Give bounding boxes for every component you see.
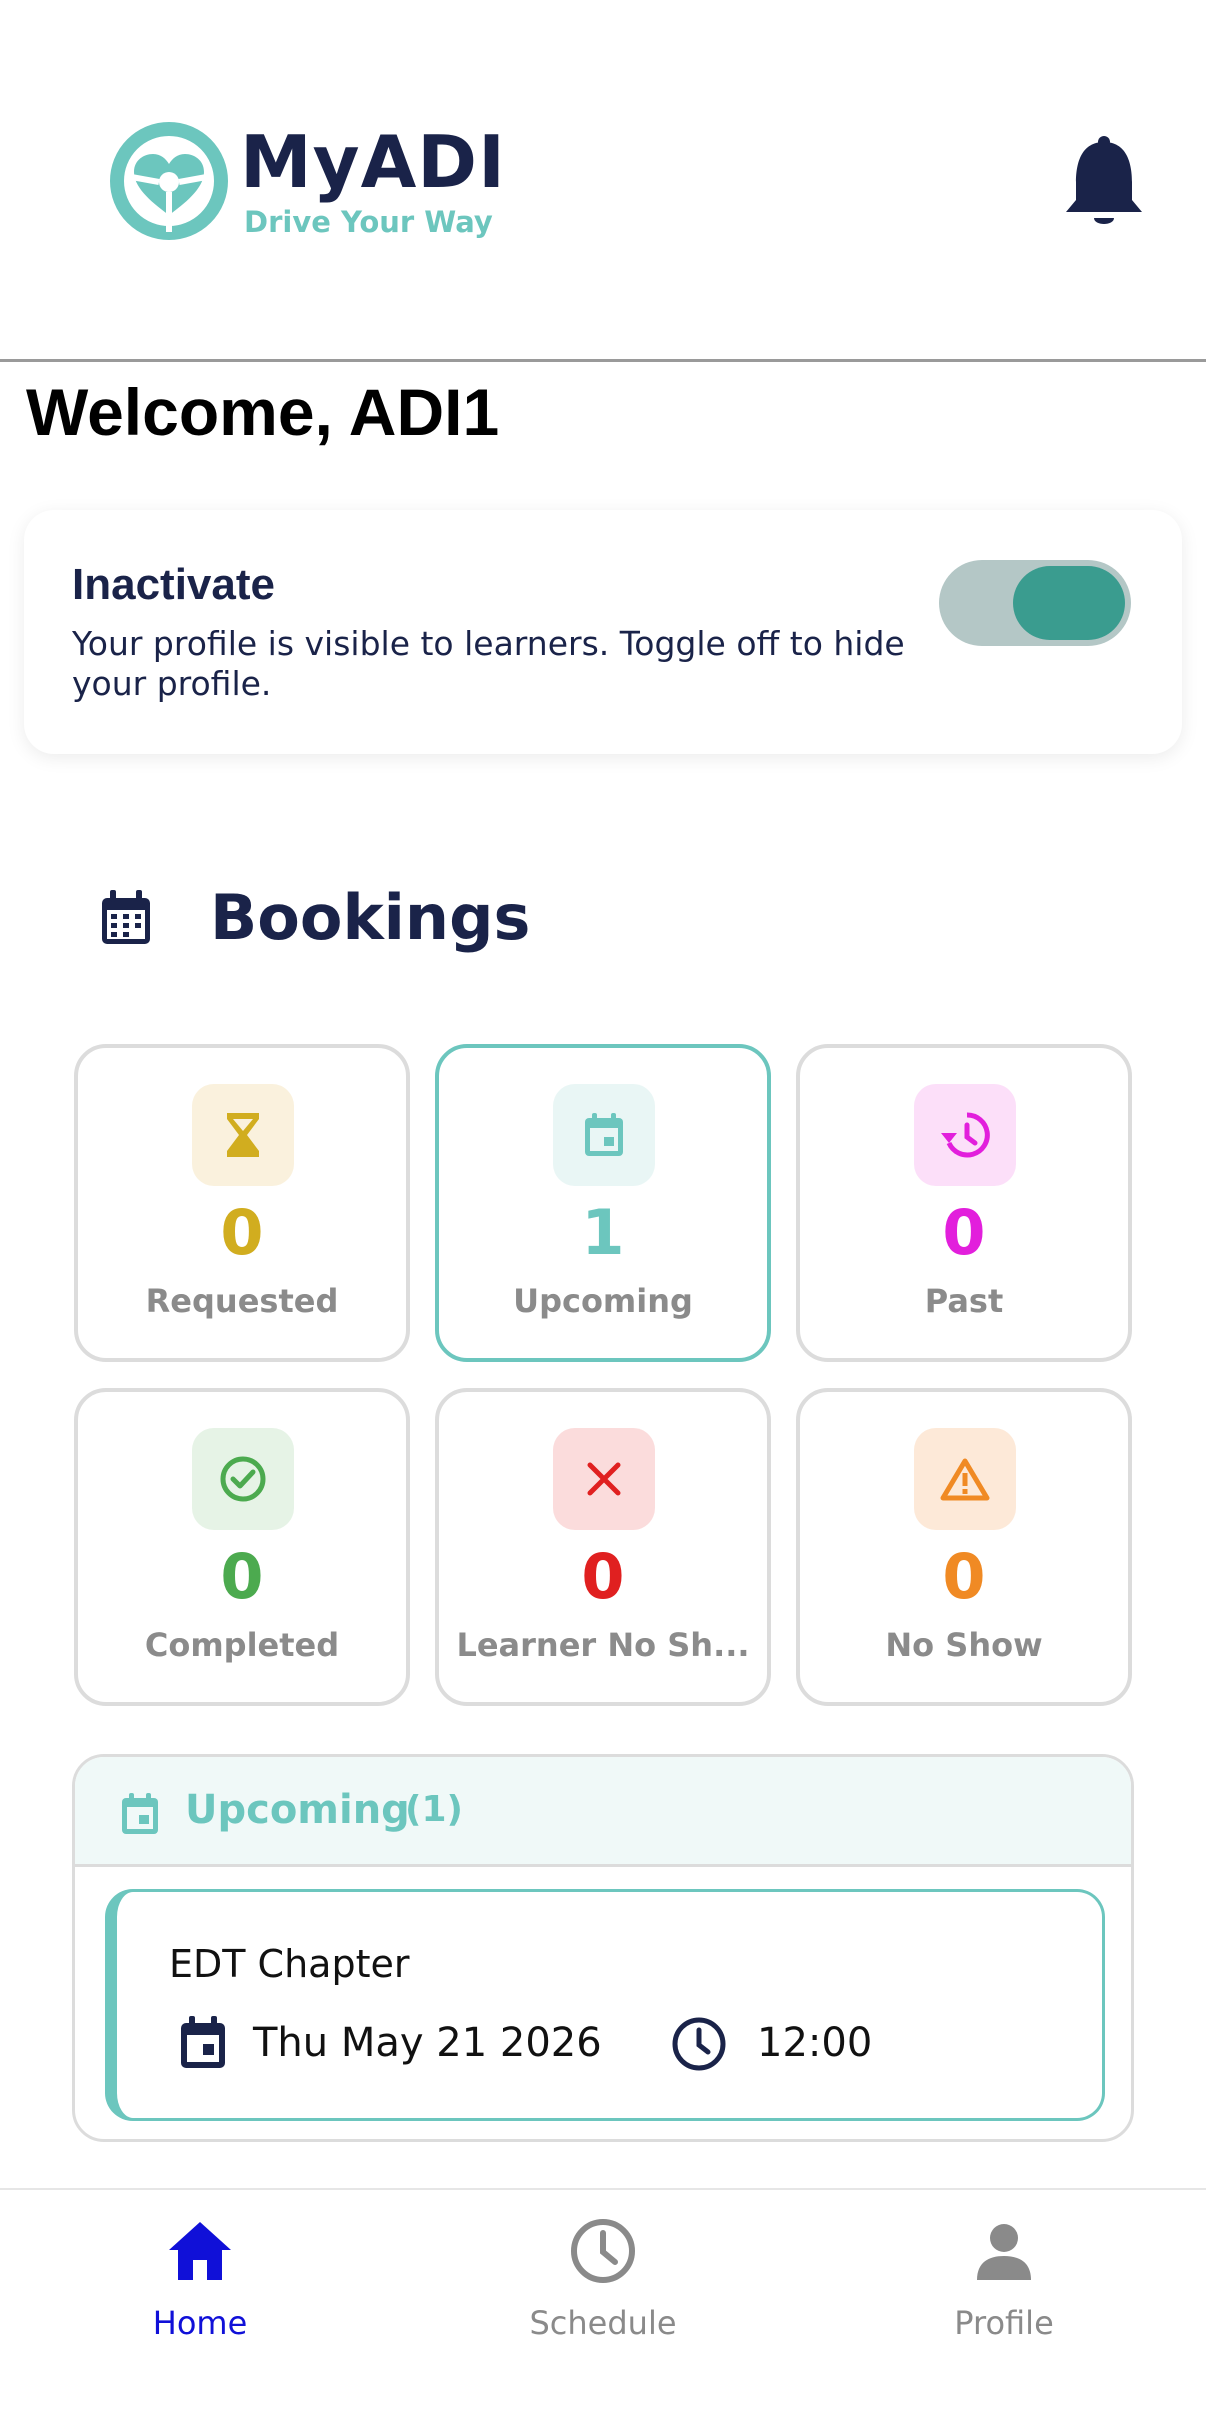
welcome-heading: Welcome, ADI1	[26, 375, 500, 449]
requested-label: Requested	[145, 1282, 339, 1320]
completed-count: 0	[220, 1540, 264, 1613]
home-icon	[169, 2222, 231, 2280]
brand-tagline: Drive Your Way	[244, 205, 493, 239]
bell-icon[interactable]	[1064, 134, 1144, 230]
learner-no-show-stat-tile[interactable]: 0 Learner No Sh...	[435, 1388, 771, 1706]
upcoming-bookings-panel: Upcoming (1) EDT Chapter Thu May 21 2026…	[72, 1754, 1134, 2142]
no-show-label: No Show	[885, 1626, 1043, 1664]
upcoming-count: 1	[581, 1196, 625, 1269]
visibility-toggle[interactable]	[939, 560, 1131, 646]
booking-title: EDT Chapter	[169, 1942, 410, 1986]
app-header: MyADI Drive Your Way	[0, 0, 1206, 362]
hourglass-icon	[192, 1084, 294, 1186]
upcoming-label: Upcoming	[513, 1282, 693, 1320]
nav-home[interactable]: Home	[70, 2216, 330, 2366]
profile-visibility-card: Inactivate Your profile is visible to le…	[24, 510, 1182, 754]
close-icon	[553, 1428, 655, 1530]
nav-profile[interactable]: Profile	[874, 2216, 1134, 2366]
clock-icon	[672, 2017, 726, 2071]
upcoming-stat-tile[interactable]: 1 Upcoming	[435, 1044, 771, 1362]
history-icon	[914, 1084, 1016, 1186]
completed-stat-tile[interactable]: 0 Completed	[74, 1388, 410, 1706]
nav-schedule[interactable]: Schedule	[473, 2216, 733, 2366]
upcoming-panel-title: Upcoming	[185, 1787, 410, 1833]
booking-time: 12:00	[757, 2020, 873, 2066]
nav-home-label: Home	[152, 2304, 248, 2342]
past-label: Past	[924, 1282, 1004, 1320]
past-stat-tile[interactable]: 0 Past	[796, 1044, 1132, 1362]
steering-wheel-heart-logo-icon	[110, 122, 228, 240]
clock-icon	[571, 2219, 635, 2283]
calendar-icon	[553, 1084, 655, 1186]
toggle-knob	[1013, 566, 1125, 640]
booking-card[interactable]: EDT Chapter Thu May 21 2026 12:00	[105, 1889, 1105, 2121]
visibility-description: Your profile is visible to learners. Tog…	[72, 624, 905, 703]
requested-count: 0	[220, 1196, 264, 1269]
person-icon	[977, 2224, 1031, 2280]
brand-name: MyADI	[240, 120, 506, 204]
calendar-icon	[181, 2016, 225, 2068]
nav-schedule-label: Schedule	[529, 2304, 677, 2342]
calendar-icon	[102, 890, 150, 944]
upcoming-panel-count: (1)	[405, 1789, 463, 1830]
past-count: 0	[942, 1196, 986, 1269]
bookings-heading: Bookings	[210, 881, 531, 954]
learner-no-show-count: 0	[581, 1540, 625, 1613]
nav-profile-label: Profile	[954, 2304, 1054, 2342]
requested-stat-tile[interactable]: 0 Requested	[74, 1044, 410, 1362]
calendar-icon	[122, 1793, 158, 1834]
no-show-stat-tile[interactable]: 0 No Show	[796, 1388, 1132, 1706]
completed-label: Completed	[144, 1626, 340, 1664]
visibility-title: Inactivate	[72, 560, 275, 609]
bottom-navigation: Home Schedule Profile	[0, 2188, 1206, 2436]
upcoming-panel-header[interactable]: Upcoming (1)	[75, 1757, 1131, 1867]
warning-icon	[914, 1428, 1016, 1530]
check-circle-icon	[192, 1428, 294, 1530]
learner-no-show-label: Learner No Sh...	[456, 1626, 750, 1664]
no-show-count: 0	[942, 1540, 986, 1613]
booking-date: Thu May 21 2026	[253, 2020, 602, 2066]
